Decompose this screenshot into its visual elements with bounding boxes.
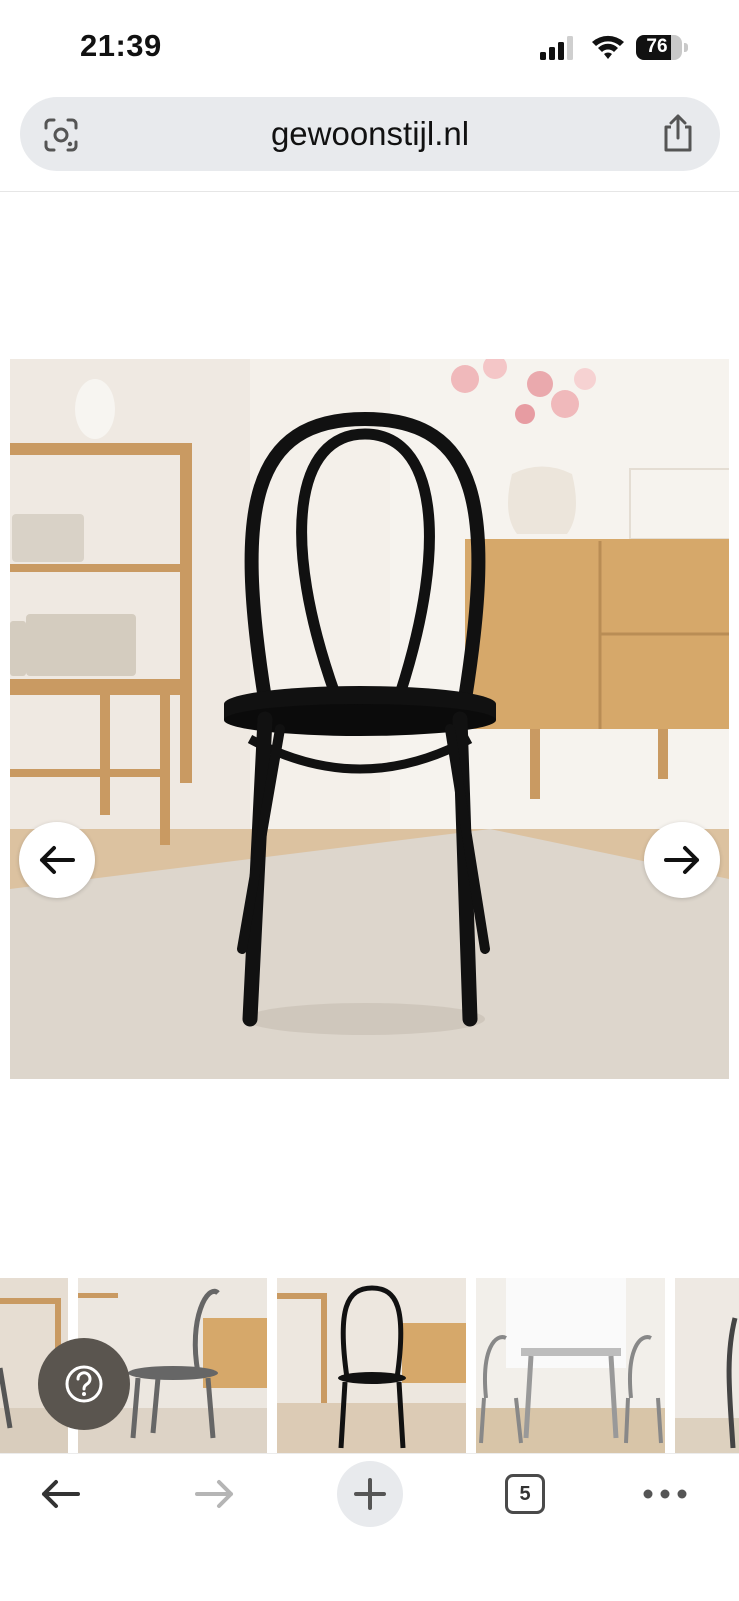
arrow-right-icon <box>664 846 699 874</box>
address-divider <box>0 191 739 192</box>
tabs-button[interactable]: 5 <box>495 1454 555 1534</box>
product-image[interactable] <box>10 359 729 1079</box>
wifi-icon <box>592 35 624 59</box>
question-icon <box>65 1365 103 1403</box>
arrow-left-icon <box>40 846 75 874</box>
new-tab-button[interactable] <box>335 1454 405 1534</box>
back-arrow-icon <box>42 1480 80 1508</box>
thumbnail-3-selected[interactable] <box>277 1278 466 1453</box>
forward-button[interactable] <box>185 1454 245 1534</box>
thumbnail-4[interactable] <box>476 1278 665 1453</box>
address-bar[interactable]: gewoonstijl.nl <box>20 97 720 171</box>
thumbnail-5[interactable] <box>675 1278 739 1453</box>
plus-icon <box>337 1461 403 1527</box>
gallery-next-button[interactable] <box>644 822 720 898</box>
status-time: 21:39 <box>80 28 162 63</box>
battery-level: 76 <box>646 36 668 57</box>
url-text[interactable]: gewoonstijl.nl <box>20 115 720 153</box>
share-icon[interactable] <box>660 113 696 153</box>
back-button[interactable] <box>30 1454 90 1534</box>
battery-icon: 76 <box>636 35 690 62</box>
help-button[interactable] <box>38 1338 130 1430</box>
more-dots-icon <box>643 1489 687 1499</box>
more-button[interactable] <box>635 1454 695 1534</box>
gallery-prev-button[interactable] <box>19 822 95 898</box>
product-photo <box>10 359 729 1079</box>
tab-count: 5 <box>505 1474 545 1514</box>
cellular-signal-icon <box>540 36 573 60</box>
status-bar: 21:39 76 <box>0 0 739 96</box>
forward-arrow-icon <box>195 1480 233 1508</box>
bottom-toolbar: 5 <box>0 1453 739 1601</box>
